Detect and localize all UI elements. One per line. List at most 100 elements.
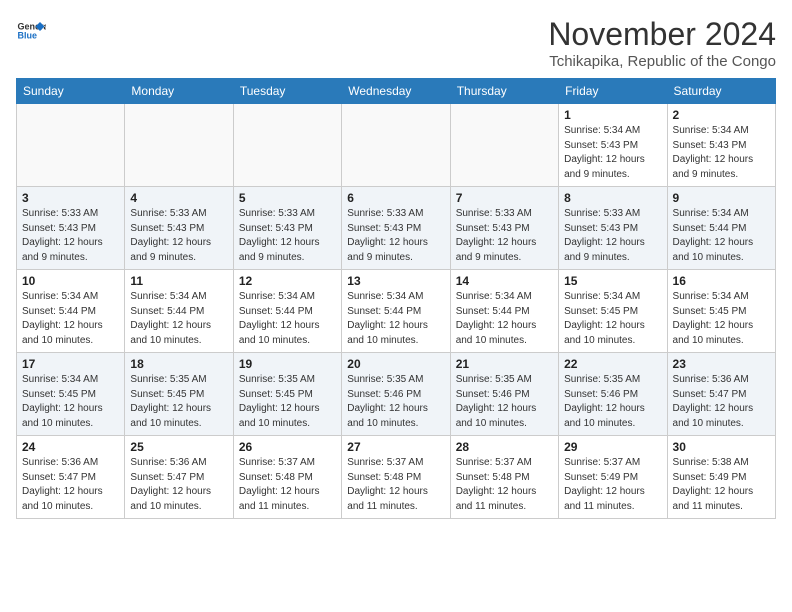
header-sunday: Sunday <box>17 79 125 104</box>
day-info: Sunrise: 5:34 AM Sunset: 5:44 PM Dayligh… <box>456 290 553 348</box>
calendar-cell: 7Sunrise: 5:33 AM Sunset: 5:43 PM Daylig… <box>450 187 558 270</box>
day-number: 7 <box>456 191 553 205</box>
calendar-cell: 20 Sunrise: 5:35 AM Sunset: 5:46 PM Dayli… <box>342 353 450 436</box>
day-number: 26 <box>239 440 336 454</box>
day-number: 18 <box>130 357 227 371</box>
calendar-cell: 9 Sunrise: 5:34 AM Sunset: 5:44 PM Daylig… <box>667 187 775 270</box>
month-year-title: November 2024 <box>548 16 776 53</box>
day-number: 6 <box>347 191 444 205</box>
calendar-cell: 5 Sunrise: 5:33 AM Sunset: 5:43 PM Daylig… <box>233 187 341 270</box>
day-number: 9 <box>673 191 770 205</box>
location-subtitle: Tchikapika, Republic of the Congo <box>548 53 776 70</box>
day-number: 27 <box>347 440 444 454</box>
day-number: 3 <box>22 191 119 205</box>
header-thursday: Thursday <box>450 79 558 104</box>
day-info: Sunrise: 5:37 AM Sunset: 5:48 PM Dayligh… <box>239 456 336 514</box>
day-number: 4 <box>130 191 227 205</box>
day-number: 28 <box>456 440 553 454</box>
day-number: 15 <box>564 274 661 288</box>
calendar-cell: 13 Sunrise: 5:34 AM Sunset: 5:44 PM Dayli… <box>342 270 450 353</box>
day-number: 13 <box>347 274 444 288</box>
day-info: Sunrise: 5:33 AM Sunset: 5:43 PM Dayligh… <box>347 207 444 265</box>
day-info: Sunrise: 5:33 AM Sunset: 5:43 PM Dayligh… <box>564 207 661 265</box>
week-row-4: 17 Sunrise: 5:34 AM Sunset: 5:45 PM Dayli… <box>17 353 776 436</box>
calendar-cell: 22 Sunrise: 5:35 AM Sunset: 5:46 PM Dayli… <box>559 353 667 436</box>
header-saturday: Saturday <box>667 79 775 104</box>
day-info: Sunrise: 5:34 AM Sunset: 5:45 PM Dayligh… <box>22 373 119 431</box>
title-section: November 2024 Tchikapika, Republic of th… <box>548 16 776 70</box>
calendar-cell: 24 Sunrise: 5:36 AM Sunset: 5:47 PM Dayli… <box>17 436 125 519</box>
day-info: Sunrise: 5:35 AM Sunset: 5:46 PM Dayligh… <box>564 373 661 431</box>
calendar-cell: 6 Sunrise: 5:33 AM Sunset: 5:43 PM Daylig… <box>342 187 450 270</box>
week-row-5: 24 Sunrise: 5:36 AM Sunset: 5:47 PM Dayli… <box>17 436 776 519</box>
day-number: 24 <box>22 440 119 454</box>
svg-text:Blue: Blue <box>18 31 38 41</box>
day-info: Sunrise: 5:33 AM Sunset: 5:43 PM Dayligh… <box>239 207 336 265</box>
day-info: Sunrise: 5:37 AM Sunset: 5:48 PM Dayligh… <box>347 456 444 514</box>
day-number: 17 <box>22 357 119 371</box>
day-info: Sunrise: 5:37 AM Sunset: 5:49 PM Dayligh… <box>564 456 661 514</box>
calendar-cell: 23 Sunrise: 5:36 AM Sunset: 5:47 PM Dayli… <box>667 353 775 436</box>
day-info: Sunrise: 5:34 AM Sunset: 5:43 PM Dayligh… <box>564 124 661 182</box>
day-number: 5 <box>239 191 336 205</box>
day-info: Sunrise: 5:37 AM Sunset: 5:48 PM Dayligh… <box>456 456 553 514</box>
day-info: Sunrise: 5:34 AM Sunset: 5:44 PM Dayligh… <box>130 290 227 348</box>
logo-icon: General Blue <box>16 16 46 46</box>
day-number: 29 <box>564 440 661 454</box>
day-info: Sunrise: 5:34 AM Sunset: 5:44 PM Dayligh… <box>22 290 119 348</box>
calendar-cell: 16 Sunrise: 5:34 AM Sunset: 5:45 PM Dayli… <box>667 270 775 353</box>
header-friday: Friday <box>559 79 667 104</box>
day-info: Sunrise: 5:35 AM Sunset: 5:46 PM Dayligh… <box>456 373 553 431</box>
calendar-cell: 26 Sunrise: 5:37 AM Sunset: 5:48 PM Dayli… <box>233 436 341 519</box>
day-info: Sunrise: 5:35 AM Sunset: 5:46 PM Dayligh… <box>347 373 444 431</box>
calendar-cell: 1 Sunrise: 5:34 AM Sunset: 5:43 PM Daylig… <box>559 104 667 187</box>
day-number: 22 <box>564 357 661 371</box>
day-info: Sunrise: 5:34 AM Sunset: 5:44 PM Dayligh… <box>347 290 444 348</box>
calendar-cell: 19 Sunrise: 5:35 AM Sunset: 5:45 PM Dayli… <box>233 353 341 436</box>
logo: General Blue <box>16 16 46 46</box>
day-number: 20 <box>347 357 444 371</box>
week-row-2: 3 Sunrise: 5:33 AM Sunset: 5:43 PM Daylig… <box>17 187 776 270</box>
day-info: Sunrise: 5:33 AM Sunset: 5:43 PM Dayligh… <box>130 207 227 265</box>
day-info: Sunrise: 5:35 AM Sunset: 5:45 PM Dayligh… <box>239 373 336 431</box>
day-number: 16 <box>673 274 770 288</box>
day-number: 1 <box>564 108 661 122</box>
day-number: 14 <box>456 274 553 288</box>
calendar-cell: 3 Sunrise: 5:33 AM Sunset: 5:43 PM Daylig… <box>17 187 125 270</box>
calendar-cell: 30 Sunrise: 5:38 AM Sunset: 5:49 PM Dayli… <box>667 436 775 519</box>
calendar-cell <box>125 104 233 187</box>
day-info: Sunrise: 5:36 AM Sunset: 5:47 PM Dayligh… <box>22 456 119 514</box>
calendar-cell <box>450 104 558 187</box>
day-info: Sunrise: 5:36 AM Sunset: 5:47 PM Dayligh… <box>673 373 770 431</box>
header-monday: Monday <box>125 79 233 104</box>
day-number: 19 <box>239 357 336 371</box>
calendar-cell: 10 Sunrise: 5:34 AM Sunset: 5:44 PM Dayli… <box>17 270 125 353</box>
day-number: 12 <box>239 274 336 288</box>
calendar-cell: 28 Sunrise: 5:37 AM Sunset: 5:48 PM Dayli… <box>450 436 558 519</box>
day-info: Sunrise: 5:38 AM Sunset: 5:49 PM Dayligh… <box>673 456 770 514</box>
day-number: 10 <box>22 274 119 288</box>
day-number: 2 <box>673 108 770 122</box>
calendar-cell <box>233 104 341 187</box>
calendar-cell: 8 Sunrise: 5:33 AM Sunset: 5:43 PM Daylig… <box>559 187 667 270</box>
day-info: Sunrise: 5:36 AM Sunset: 5:47 PM Dayligh… <box>130 456 227 514</box>
weekday-header-row: Sunday Monday Tuesday Wednesday Thursday… <box>17 79 776 104</box>
day-number: 30 <box>673 440 770 454</box>
header-wednesday: Wednesday <box>342 79 450 104</box>
calendar-table: Sunday Monday Tuesday Wednesday Thursday… <box>16 78 776 519</box>
day-number: 23 <box>673 357 770 371</box>
header-tuesday: Tuesday <box>233 79 341 104</box>
calendar-cell: 29 Sunrise: 5:37 AM Sunset: 5:49 PM Dayli… <box>559 436 667 519</box>
day-info: Sunrise: 5:34 AM Sunset: 5:44 PM Dayligh… <box>239 290 336 348</box>
calendar-cell: 25 Sunrise: 5:36 AM Sunset: 5:47 PM Dayli… <box>125 436 233 519</box>
day-number: 25 <box>130 440 227 454</box>
day-number: 8 <box>564 191 661 205</box>
day-info: Sunrise: 5:33 AM Sunset: 5:43 PM Dayligh… <box>22 207 119 265</box>
day-info: Sunrise: 5:34 AM Sunset: 5:43 PM Dayligh… <box>673 124 770 182</box>
calendar-cell: 17 Sunrise: 5:34 AM Sunset: 5:45 PM Dayli… <box>17 353 125 436</box>
day-info: Sunrise: 5:34 AM Sunset: 5:44 PM Dayligh… <box>673 207 770 265</box>
day-number: 11 <box>130 274 227 288</box>
day-info: Sunrise: 5:34 AM Sunset: 5:45 PM Dayligh… <box>673 290 770 348</box>
day-info: Sunrise: 5:35 AM Sunset: 5:45 PM Dayligh… <box>130 373 227 431</box>
calendar-cell <box>342 104 450 187</box>
